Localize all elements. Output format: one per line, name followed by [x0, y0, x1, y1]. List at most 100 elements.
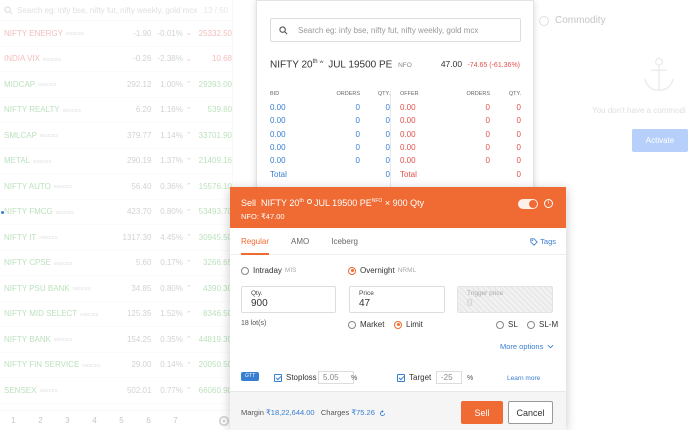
instrument-pct: 0.77%	[160, 385, 183, 395]
depth-search-input[interactable]: Search eg: infy bse, nifty fut, nifty we…	[270, 18, 521, 42]
watchlist-page-7[interactable]: 7	[162, 416, 189, 425]
watchlist-row[interactable]: INDIA VIX INDICES -0.26 -2.38% ⌄ 10.68	[0, 47, 232, 72]
charges-label: Charges	[320, 408, 350, 417]
activate-button[interactable]: Activate	[632, 129, 688, 152]
depth-header-cell: ORDERS	[466, 91, 490, 97]
instrument-pct: 1.00%	[160, 79, 183, 89]
depth-total-cell: Total	[270, 169, 287, 179]
margin-value[interactable]: ₹18,22,644.00	[266, 408, 315, 417]
watchlist-row[interactable]: NIFTY ENERGY INDICES -1.90 -0.01% ⌄ 25332.50	[0, 21, 232, 47]
watchlist-row[interactable]: NIFTY PSU BANK INDICES 34.85 0.80% ⌃ 4390.30	[0, 276, 232, 302]
watchlist-page-2[interactable]: 2	[27, 416, 54, 425]
type-sl-radio[interactable]: SL	[496, 320, 518, 329]
depth-header-cell: QTY.	[508, 91, 521, 97]
watchlist-page-5[interactable]: 5	[108, 416, 135, 425]
learn-more-link[interactable]: Learn more	[507, 375, 540, 382]
instrument-price: 29393.00	[198, 79, 233, 89]
tab-regular[interactable]: Regular	[241, 228, 270, 255]
instrument-change: 125.35	[126, 309, 152, 319]
arrow-up-icon: ⌃	[185, 361, 192, 369]
watchlist-page-6[interactable]: 6	[135, 416, 162, 425]
arrow-up-icon: ⌃	[185, 387, 192, 395]
instrument-change: 423.70	[126, 207, 152, 217]
refresh-icon[interactable]	[379, 409, 386, 417]
info-icon[interactable]: i	[544, 199, 553, 208]
watchlist-row[interactable]: SENSEX INDICES 502.01 0.77% ⌃ 66060.90	[0, 378, 232, 404]
overnight-label: Overnight	[360, 266, 395, 275]
type-limit-radio[interactable]: Limit	[394, 320, 423, 329]
watchlist-row[interactable]: NIFTY FIN SERVICE INDICES 29.00 0.14% ⌃ 20050…	[0, 353, 232, 378]
stoploss-checkbox[interactable]: Stoploss	[274, 373, 317, 382]
sl-label: SL	[508, 320, 518, 329]
margin-label: Margin	[241, 408, 264, 417]
instrument-price: 44819.30	[198, 334, 233, 344]
depth-cell: 0	[385, 116, 390, 126]
qty-field[interactable]: Qty. 900	[241, 286, 336, 313]
instrument-pct: 0.36%	[160, 181, 183, 191]
buy-sell-toggle[interactable]	[518, 199, 538, 209]
instrument-price: 25332.50	[198, 28, 233, 38]
instrument-change: -1.90	[133, 28, 152, 38]
watchlist-row[interactable]: NIFTY BANK INDICES 154.25 0.35% ⌃ 44819.30	[0, 327, 232, 353]
stoploss-unit: %	[351, 375, 358, 382]
tab-amo[interactable]: AMO	[291, 228, 309, 255]
radio-circle-selected	[348, 266, 356, 275]
instrument-pct: 1.37%	[160, 156, 183, 166]
depth-header-cell: BID	[270, 91, 280, 97]
cancel-button[interactable]: Cancel	[508, 401, 553, 424]
stoploss-input[interactable]: 5.05	[318, 371, 354, 384]
instrument-price: 15576.10	[198, 181, 233, 191]
charges-value[interactable]: ₹75.26	[351, 408, 375, 417]
depth-cell: 0	[355, 143, 360, 153]
lots-text: 18 lot(s)	[241, 320, 267, 327]
stoploss-label: Stoploss	[286, 373, 317, 382]
instrument-pct: 0.80%	[160, 207, 183, 217]
price-field[interactable]: Price 47	[349, 286, 445, 313]
anchor-icon	[644, 57, 674, 91]
order-tabs: Regular AMO Iceberg Tags	[230, 228, 566, 255]
depth-cell: 0	[355, 156, 360, 166]
more-options-link[interactable]: More options	[500, 342, 554, 351]
tab-iceberg[interactable]: Iceberg	[331, 228, 358, 255]
watchlist-row[interactable]: MIDCAP INDICES 292.12 1.00% ⌃ 29393.00	[0, 72, 232, 98]
watchlist-page-4[interactable]: 4	[81, 416, 108, 425]
watchlist-row[interactable]: SMLCAP INDICES 379.77 1.14% ⌃ 33701.90	[0, 123, 232, 149]
product-overnight-radio[interactable]: Overnight NRML	[348, 266, 416, 275]
depth-cell: 0	[385, 143, 390, 153]
watchlist-page-3[interactable]: 3	[54, 416, 81, 425]
radio-circle	[241, 266, 249, 275]
watchlist-row[interactable]: NIFTY CPSE INDICES 5.60 0.17% ⌃ 3266.65	[0, 251, 232, 276]
watchlist-row[interactable]: NIFTY AUTO INDICES 56.40 0.36% ⌃ 15576.10	[0, 174, 232, 200]
target-input[interactable]: -25	[436, 371, 462, 384]
tags-button[interactable]: Tags	[530, 237, 556, 246]
depth-search-placeholder: Search eg: infy bse, nifty fut, nifty we…	[298, 25, 479, 35]
depth-cell: 0	[485, 143, 490, 153]
instrument-price: 539.80	[207, 105, 233, 115]
target-label: Target	[409, 373, 432, 382]
watchlist-row[interactable]: NIFTY REALTY INDICES 6.20 1.16% ⌃ 539.80	[0, 98, 233, 123]
depth-cell: 0.00	[400, 143, 416, 153]
gear-icon[interactable]	[217, 414, 231, 428]
trigger-label: Trigger price	[467, 290, 504, 297]
depth-cell: 0.00	[270, 116, 286, 126]
watchlist-row[interactable]: NIFTY MID SELECT INDICES 125.35 1.52% ⌃ 8346.…	[0, 302, 232, 327]
target-checkbox[interactable]: Target	[397, 373, 431, 382]
depth-cell: 0	[485, 103, 490, 113]
watchlist-search[interactable]: Search eg: infy bse, nifty fut, nifty we…	[0, 0, 232, 21]
price-label: Price	[359, 290, 374, 297]
arrow-up-icon: ⌃	[185, 336, 192, 344]
instrument-pct: 1.52%	[160, 309, 183, 319]
watchlist-page-1[interactable]: 1	[0, 416, 27, 425]
type-market-radio[interactable]: Market	[348, 320, 384, 329]
sell-button[interactable]: Sell	[461, 401, 503, 424]
watchlist-row[interactable]: NIFTY FMCG INDICES 423.70 0.80% ⌃ 53493.70	[0, 200, 232, 225]
product-intraday-radio[interactable]: Intraday MIS	[241, 266, 296, 275]
type-slm-radio[interactable]: SL-M	[527, 320, 558, 329]
instrument-change: 56.40	[131, 181, 152, 191]
watchlist-row[interactable]: METAL INDICES 290.19 1.37% ⌃ 21409.16	[0, 149, 232, 174]
depth-cell: 0	[485, 156, 490, 166]
checkbox-box	[274, 373, 282, 382]
watchlist-pages: 1234567	[0, 410, 233, 430]
watchlist-row[interactable]: NIFTY IT INDICES 1317.30 4.45% ⌃ 30945.50	[0, 225, 232, 251]
commodity-label: Commodity	[555, 15, 606, 26]
